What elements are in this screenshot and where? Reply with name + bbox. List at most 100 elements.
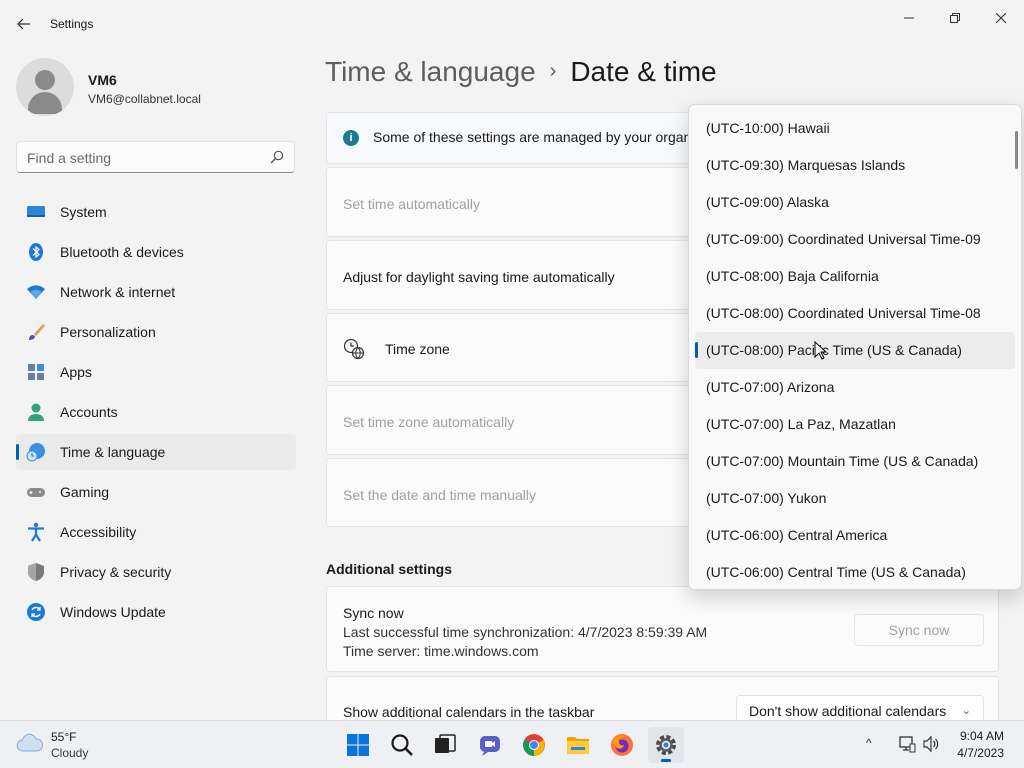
restore-button[interactable] [932,4,978,32]
sidebar-item-accessibility[interactable]: Accessibility [16,514,296,550]
sidebar-item-label: Time & language [60,444,166,460]
avatar [16,58,74,116]
back-arrow-icon [17,18,30,30]
info-banner-text: Some of these settings are managed by yo… [373,129,695,145]
search-input[interactable]: Find a setting [27,150,111,166]
sidebar-item-personalization[interactable]: Personalization [16,314,296,350]
sidebar-item-bluetooth[interactable]: Bluetooth & devices [16,234,296,270]
taskbar-search[interactable] [384,727,420,763]
weather-condition: Cloudy [51,746,89,760]
mouse-cursor-icon [814,341,828,360]
timezone-option-label: (UTC-07:00) Arizona [706,379,835,395]
shield-icon [28,563,44,581]
sidebar-item-gaming[interactable]: Gaming [16,474,296,510]
accessibility-icon [28,522,44,542]
timezone-option-label: (UTC-09:30) Marquesas Islands [706,157,906,173]
file-explorer-icon [567,737,589,754]
timezone-option[interactable]: (UTC-10:00) Hawaii [695,110,1015,147]
timezone-option[interactable]: (UTC-07:00) La Paz, Mazatlan [695,406,1015,443]
minimize-button[interactable] [886,4,932,32]
taskbar-file-explorer[interactable] [560,727,596,763]
profile-email: VM6@collabnet.local [88,92,201,106]
minimize-icon [904,17,914,19]
sidebar-item-label: Personalization [60,324,156,340]
brush-icon [29,324,45,340]
timezone-option[interactable]: (UTC-07:00) Arizona [695,369,1015,406]
timezone-option[interactable]: (UTC-06:00) Central Time (US & Canada) [695,554,1015,589]
taskbar-teams-chat[interactable] [472,727,508,763]
set-time-automatically-label: Set time automatically [343,196,480,212]
breadcrumb-parent[interactable]: Time & language [325,56,536,87]
sidebar-item-system[interactable]: System [16,194,296,230]
accounts-icon [28,403,44,421]
time-server-text: Time server: time.windows.com [343,643,539,659]
restore-icon [950,13,960,23]
timezone-option[interactable]: (UTC-09:00) Coordinated Universal Time-0… [695,221,1015,258]
gaming-icon [27,488,45,497]
timezone-option-label: (UTC-07:00) La Paz, Mazatlan [706,416,896,432]
time-zone-dropdown[interactable]: (UTC-10:00) Hawaii (UTC-09:30) Marquesas… [688,104,1022,590]
timezone-option[interactable]: (UTC-09:00) Alaska [695,184,1015,221]
user-profile[interactable]: VM6 VM6@collabnet.local [16,58,296,118]
timezone-option[interactable]: (UTC-07:00) Mountain Time (US & Canada) [695,443,1015,480]
timezone-option-selected[interactable]: (UTC-08:00) Pacific Time (US & Canada) [695,332,1015,369]
set-timezone-automatically-label: Set time zone automatically [343,414,515,430]
clock-date[interactable]: 4/7/2023 [957,746,1004,760]
timezone-option-label: (UTC-08:00) Baja California [706,268,879,284]
sidebar-item-label: Accessibility [60,524,137,540]
sidebar-item-label: Windows Update [60,604,166,620]
additional-calendars-label: Show additional calendars in the taskbar [343,704,595,720]
title-bar: Settings [0,0,1024,48]
timezone-option-label: (UTC-08:00) Pacific Time (US & Canada) [706,342,962,358]
sidebar-item-label: Network & internet [60,284,176,300]
taskbar-start[interactable] [340,727,376,763]
network-tray-icon[interactable] [898,735,916,753]
teams-chat-icon [480,736,500,756]
timezone-option[interactable]: (UTC-08:00) Baja California [695,258,1015,295]
taskbar-task-view[interactable] [427,727,463,763]
update-icon [27,603,45,621]
apps-icon [28,364,44,380]
back-button[interactable] [12,12,36,36]
timezone-option-label: (UTC-09:00) Coordinated Universal Time-0… [706,231,981,247]
sync-now-title: Sync now [343,605,404,621]
time-zone-icon [343,338,365,360]
close-icon [995,12,1007,24]
clock-time[interactable]: 9:04 AM [960,729,1004,743]
sidebar-item-label: Accounts [60,404,118,420]
timezone-option[interactable]: (UTC-07:00) Yukon [695,480,1015,517]
sidebar-item-label: Gaming [60,484,110,500]
daylight-saving-label: Adjust for daylight saving time automati… [343,269,615,285]
taskbar-settings[interactable] [648,727,684,763]
firefox-icon [611,734,633,756]
timezone-option[interactable]: (UTC-09:30) Marquesas Islands [695,147,1015,184]
dropdown-scrollbar[interactable] [1015,131,1018,169]
sidebar-item-label: Apps [60,364,92,380]
chrome-icon [523,734,545,756]
volume-icon[interactable] [922,735,940,753]
sidebar-item-network[interactable]: Network & internet [16,274,296,310]
timezone-option[interactable]: (UTC-08:00) Coordinated Universal Time-0… [695,295,1015,332]
weather-temperature: 55°F [51,730,77,744]
sidebar-item-apps[interactable]: Apps [16,354,296,390]
sidebar-item-privacy[interactable]: Privacy & security [16,554,296,590]
system-icon [27,206,45,217]
info-icon: i [343,130,359,146]
timezone-option[interactable]: (UTC-06:00) Central America [695,517,1015,554]
page-title: Date & time [570,56,717,87]
settings-search-box[interactable]: Find a setting [16,141,295,173]
additional-settings-heading: Additional settings [326,561,452,577]
timezone-option-label: (UTC-06:00) Central America [706,527,888,543]
sidebar-item-accounts[interactable]: Accounts [16,394,296,430]
close-button[interactable] [978,4,1024,32]
taskbar-firefox[interactable] [604,727,640,763]
window-title: Settings [50,17,94,31]
sidebar-item-time-language[interactable]: Time & language [16,434,296,470]
sync-now-button[interactable]: Sync now [854,614,984,646]
search-icon [270,150,284,164]
tray-overflow-chevron[interactable]: ^ [866,736,872,750]
set-date-time-manually-label: Set the date and time manually [343,487,537,503]
sidebar-item-windows-update[interactable]: Windows Update [16,594,296,630]
taskbar-chrome[interactable] [516,727,552,763]
network-icon [27,285,45,299]
